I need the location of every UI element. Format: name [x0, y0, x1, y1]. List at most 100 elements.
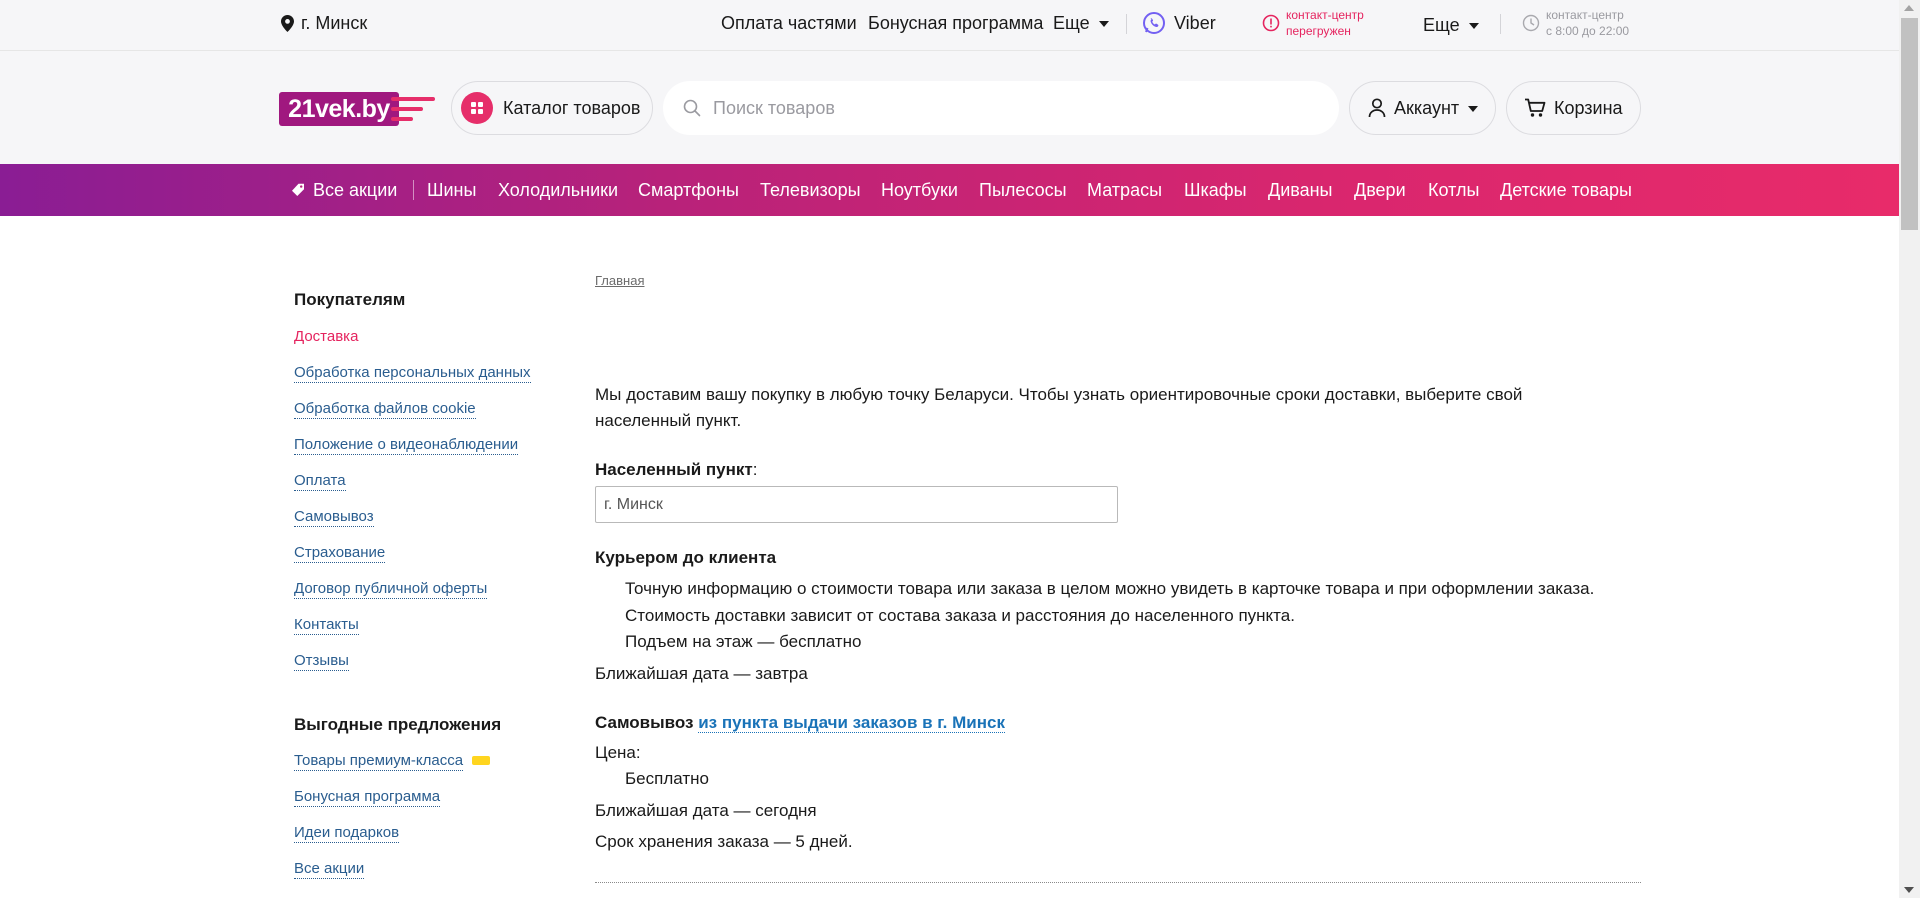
sidebar-item-delivery[interactable]: Доставка — [294, 328, 358, 347]
tag-icon — [292, 183, 304, 196]
city-selector[interactable]: г. Минск — [281, 11, 367, 35]
viber-link[interactable]: Viber — [1142, 11, 1216, 35]
pickup-heading: Самовывоз из пункта выдачи заказов в г. … — [595, 710, 1005, 736]
site-header: 21vek.by Каталог товаров Аккаунт Корзина — [0, 51, 1899, 164]
logo-stripe — [391, 97, 435, 101]
nav-item-boilers[interactable]: Котлы — [1428, 178, 1479, 202]
page-scrollbar[interactable] — [1899, 0, 1920, 898]
nav-item-doors[interactable]: Двери — [1354, 178, 1406, 202]
more-menu-1[interactable]: Еще — [1053, 11, 1109, 35]
scroll-down-icon[interactable] — [1904, 887, 1914, 893]
nav-all-promos-label: Все акции — [313, 179, 398, 200]
delivery-intro: Мы доставим вашу покупку в любую точку Б… — [595, 385, 1523, 430]
nav-item-wardrobes[interactable]: Шкафы — [1184, 178, 1247, 202]
pickup-points-link[interactable]: из пункта выдачи заказов в г. Минск — [698, 713, 1005, 733]
breadcrumb-home[interactable]: Главная — [595, 273, 644, 289]
scroll-up-icon[interactable] — [1904, 5, 1914, 11]
divider — [1500, 14, 1501, 34]
sidebar-title-buyers: Покупателям — [294, 290, 406, 309]
courier-title: Курьером до клиента — [595, 548, 777, 567]
account-button[interactable]: Аккаунт — [1349, 81, 1496, 135]
nav-all-promos[interactable]: Все акции — [291, 178, 397, 202]
courier-info-line: Подъем на этаж — бесплатно — [625, 632, 862, 651]
locality-label-text: Населенный пункт — [595, 460, 753, 479]
divider — [413, 180, 414, 200]
price-label: Цена: — [595, 743, 641, 762]
viber-label: Viber — [1174, 12, 1216, 33]
pickup-nearest-date: Ближайшая дата — сегодня — [595, 801, 817, 820]
category-nav: Все акции Шины Холодильники Смартфоны Те… — [0, 164, 1899, 216]
sidebar-item-premium-wrap: Товары премиум-класса — [294, 752, 491, 771]
bonus-program-link[interactable]: Бонусная программа — [868, 11, 1043, 35]
chevron-down-icon — [1468, 106, 1479, 112]
search-icon — [683, 99, 701, 117]
nav-item-tires[interactable]: Шины — [427, 178, 476, 202]
price-value: Бесплатно — [625, 769, 709, 788]
sidebar-item-payment[interactable]: Оплата — [294, 472, 346, 491]
locality-label-colon: : — [752, 460, 758, 479]
installments-link[interactable]: Оплата частями — [721, 11, 857, 35]
nav-item-mattresses[interactable]: Матрасы — [1087, 178, 1162, 202]
sidebar-item-insurance[interactable]: Страхование — [294, 544, 386, 563]
hours-line1: контакт-центр — [1546, 8, 1624, 22]
chevron-down-icon — [1468, 23, 1479, 29]
locality-input[interactable] — [595, 486, 1118, 523]
locality-label: Населенный пункт: — [595, 457, 757, 483]
sidebar-item-pickup[interactable]: Самовывоз — [294, 508, 374, 527]
site-logo[interactable]: 21vek.by — [279, 92, 435, 126]
user-icon — [1368, 98, 1386, 118]
catalog-label: Каталог товаров — [503, 97, 641, 118]
contact-alert-line1: контакт-центр — [1286, 8, 1364, 22]
sidebar-item-cookies[interactable]: Обработка файлов cookie — [294, 400, 476, 419]
sidebar-item-gift-ideas[interactable]: Идеи подарков — [294, 824, 400, 843]
hours-line2: с 8:00 до 22:00 — [1546, 24, 1630, 38]
alert-icon — [1262, 14, 1280, 32]
pickup-title: Самовывоз — [595, 713, 694, 732]
sidebar-item-all-promos[interactable]: Все акции — [294, 860, 365, 879]
nav-item-vacuums[interactable]: Пылесосы — [979, 178, 1067, 202]
contact-center-hours: контакт-центр с 8:00 до 22:00 — [1522, 7, 1629, 39]
sidebar-item-contacts[interactable]: Контакты — [294, 616, 359, 635]
courier-info-line: Стоимость доставки зависит от состава за… — [625, 606, 1295, 625]
sidebar-item-personal-data[interactable]: Обработка персональных данных — [294, 364, 531, 383]
top-utility-bar: г. Минск Оплата частями Бонусная програм… — [0, 0, 1899, 51]
more-menu-1-label: Еще — [1053, 12, 1090, 33]
courier-nearest-date: Ближайшая дата — завтра — [595, 664, 808, 683]
contact-center-alert: контакт-центр перегружен — [1262, 7, 1364, 39]
divider — [1126, 14, 1127, 34]
cart-icon — [1525, 98, 1546, 117]
clock-icon — [1522, 14, 1540, 32]
contact-alert-line2: перегружен — [1286, 24, 1351, 38]
sidebar-item-video-surveillance[interactable]: Положение о видеонаблюдении — [294, 436, 519, 455]
courier-info-line: Точную информацию о стоимости товара или… — [625, 579, 1595, 598]
nav-item-refrigerators[interactable]: Холодильники — [498, 178, 618, 202]
catalog-grid-icon — [461, 92, 493, 124]
section-divider — [595, 882, 1641, 883]
search-bar[interactable] — [663, 81, 1339, 135]
logo-text: 21vek.by — [279, 92, 399, 126]
storage-period: Срок хранения заказа — 5 дней. — [595, 832, 853, 851]
cart-button[interactable]: Корзина — [1506, 81, 1641, 135]
nav-item-tvs[interactable]: Телевизоры — [760, 178, 861, 202]
more-menu-2-label: Еще — [1423, 14, 1460, 35]
logo-stripe — [391, 107, 423, 111]
sidebar-item-public-offer[interactable]: Договор публичной оферты — [294, 580, 488, 599]
catalog-button[interactable]: Каталог товаров — [451, 81, 653, 135]
search-input[interactable] — [713, 97, 1313, 119]
sidebar-item-reviews[interactable]: Отзывы — [294, 652, 349, 671]
nav-item-sofas[interactable]: Диваны — [1268, 178, 1333, 202]
scrollbar-thumb[interactable] — [1901, 18, 1918, 230]
logo-stripe — [391, 117, 413, 121]
chevron-down-icon — [1098, 21, 1109, 27]
location-pin-icon — [281, 14, 294, 32]
sidebar-item-bonus[interactable]: Бонусная программа — [294, 788, 441, 807]
sidebar-title-offers: Выгодные предложения — [294, 715, 502, 734]
account-label: Аккаунт — [1394, 97, 1460, 118]
city-label: г. Минск — [301, 12, 368, 33]
more-menu-2[interactable]: Еще — [1423, 13, 1479, 37]
sidebar-item-premium[interactable]: Товары премиум-класса — [294, 752, 464, 771]
nav-item-smartphones[interactable]: Смартфоны — [638, 178, 739, 202]
nav-item-kids[interactable]: Детские товары — [1500, 178, 1632, 202]
cart-label: Корзина — [1554, 97, 1623, 118]
nav-item-laptops[interactable]: Ноутбуки — [881, 178, 958, 202]
